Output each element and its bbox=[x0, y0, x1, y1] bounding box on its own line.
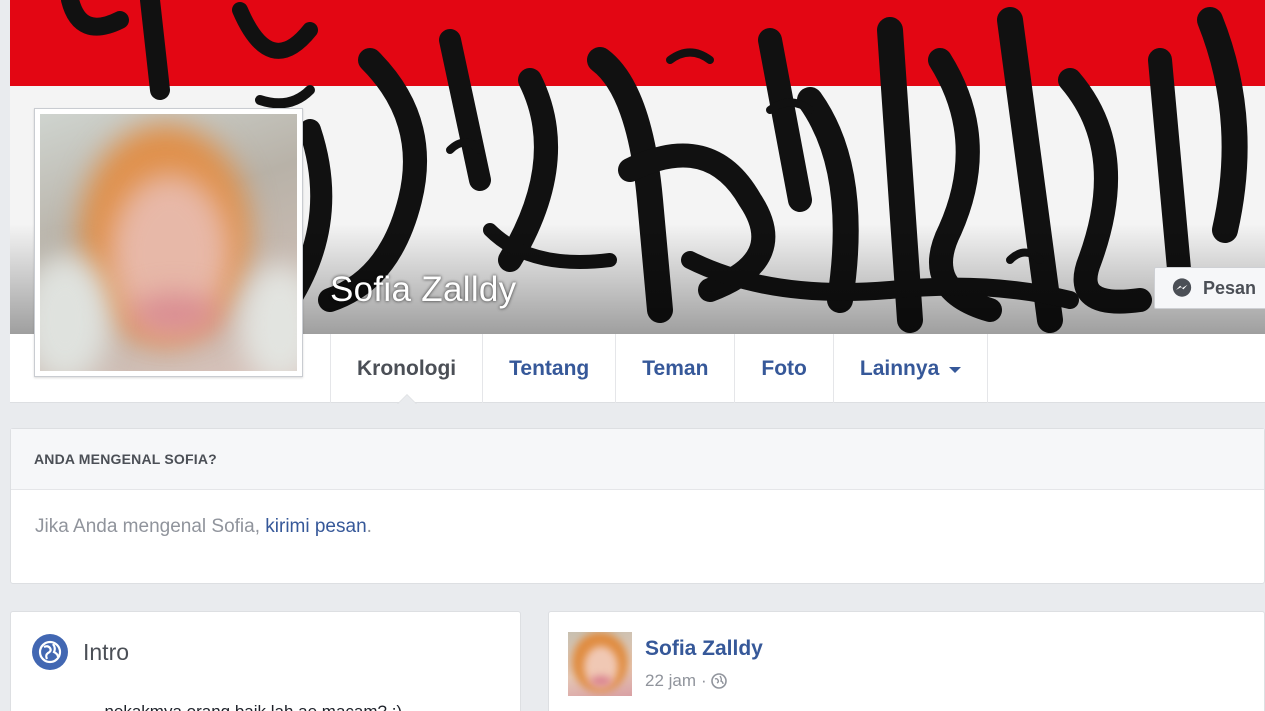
know-card-body: Jika Anda mengenal Sofia, kirimi pesan. bbox=[11, 490, 1264, 538]
messenger-icon bbox=[1172, 278, 1192, 297]
tab-lainnya[interactable]: Lainnya bbox=[832, 334, 989, 403]
profile-photo bbox=[40, 114, 297, 371]
tab-kronologi[interactable]: Kronologi bbox=[330, 334, 482, 404]
intro-card: Intro ..nekakmya orang baik lah ae macam… bbox=[10, 611, 521, 711]
profile-name[interactable]: Sofia Zalldy bbox=[330, 270, 516, 310]
profile-tabs: Kronologi Tentang Teman Foto Lainnya bbox=[330, 334, 989, 404]
globe-icon[interactable] bbox=[710, 673, 727, 689]
tab-label: Lainnya bbox=[859, 356, 940, 380]
send-message-link[interactable]: kirimi pesan bbox=[265, 516, 366, 537]
tab-teman[interactable]: Teman bbox=[615, 334, 734, 403]
know-person-card: ANDA MENGENAL SOFIA? Jika Anda mengenal … bbox=[10, 428, 1265, 584]
post-author-name[interactable]: Sofia Zalldy bbox=[645, 637, 763, 661]
tab-label: Foto bbox=[761, 356, 807, 380]
profile-picture[interactable] bbox=[34, 108, 303, 377]
caret-down-icon bbox=[949, 367, 962, 373]
post-author-avatar[interactable] bbox=[568, 632, 632, 696]
message-button-label: Pesan bbox=[1203, 277, 1257, 298]
know-card-period: . bbox=[366, 516, 372, 537]
know-card-text: Jika Anda mengenal Sofia, bbox=[35, 516, 266, 537]
tab-foto[interactable]: Foto bbox=[734, 334, 832, 403]
tab-label: Teman bbox=[642, 356, 709, 380]
know-card-heading: ANDA MENGENAL SOFIA? bbox=[11, 429, 1264, 490]
tab-label: Kronologi bbox=[357, 356, 457, 380]
post-timestamp[interactable]: 22 jam bbox=[645, 671, 696, 691]
tab-label: Tentang bbox=[509, 356, 590, 380]
intro-bio: ..nekakmya orang baik lah ae macam? :) bbox=[95, 702, 402, 711]
meta-separator: · bbox=[701, 671, 707, 690]
post-meta: 22 jam · bbox=[645, 671, 727, 691]
active-tab-pointer bbox=[396, 394, 417, 404]
message-button[interactable]: Pesan bbox=[1154, 267, 1265, 309]
post-card: Sofia Zalldy 22 jam · bbox=[548, 611, 1265, 711]
intro-title: Intro bbox=[83, 639, 130, 665]
tab-tentang[interactable]: Tentang bbox=[482, 334, 615, 403]
globe-icon bbox=[32, 634, 68, 670]
